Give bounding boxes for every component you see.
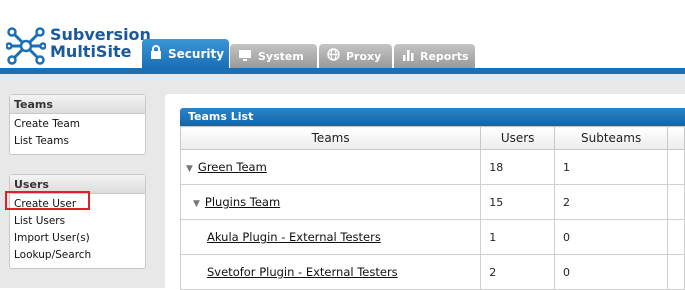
- panel-title: Teams List: [180, 108, 685, 126]
- team-link[interactable]: Akula Plugin - External Testers: [207, 230, 381, 244]
- teams-table: Teams Users Subteams ▼ Green Team 18 1 ▼ P…: [179, 126, 685, 290]
- team-link[interactable]: Green Team: [198, 160, 267, 174]
- team-name-cell: ▼ Green Team: [179, 149, 482, 185]
- team-name-cell: Akula Plugin - External Testers: [179, 219, 482, 255]
- sidebar-item-import-users[interactable]: Import User(s): [10, 230, 145, 247]
- users-count: 18: [480, 149, 555, 185]
- subteams-count: 2: [553, 184, 669, 220]
- column-header-extra: [667, 126, 685, 150]
- highlight-box: [5, 191, 90, 210]
- tab-reports[interactable]: Reports: [394, 44, 475, 68]
- sidebar-teams-title: Teams: [10, 95, 145, 114]
- tab-label: Proxy: [346, 49, 382, 63]
- tab-label: Security: [168, 46, 225, 61]
- column-header-subteams[interactable]: Subteams: [553, 126, 669, 150]
- subteams-count: 0: [553, 254, 669, 290]
- users-count: 1: [480, 219, 555, 255]
- tab-label: System: [258, 49, 304, 63]
- app-logo-text: Subversion MultiSite: [50, 26, 151, 60]
- team-name-cell: ▼ Plugins Team: [179, 184, 482, 220]
- subteams-count: 0: [553, 219, 669, 255]
- tab-security[interactable]: Security: [142, 39, 229, 68]
- logo-line1: Subversion: [50, 25, 151, 44]
- extra-cell: [667, 184, 685, 220]
- logo-icon: [6, 27, 46, 65]
- logo-line2: MultiSite: [50, 42, 132, 61]
- expand-triangle-icon[interactable]: ▼: [186, 164, 193, 174]
- tab-proxy[interactable]: Proxy: [319, 44, 392, 68]
- team-link[interactable]: Svetofor Plugin - External Testers: [207, 265, 398, 279]
- sidebar-item-create-team[interactable]: Create Team: [10, 116, 145, 133]
- extra-cell: [667, 254, 685, 290]
- tab-label: Reports: [420, 49, 469, 63]
- users-count: 2: [480, 254, 555, 290]
- bar-chart-icon: [402, 49, 414, 64]
- lock-icon: [150, 45, 162, 62]
- app-header: Subversion MultiSite Security System Pro…: [0, 0, 685, 70]
- table-row: Svetofor Plugin - External Testers 2 0: [179, 254, 685, 290]
- sidebar-item-lookup-search[interactable]: Lookup/Search: [10, 247, 145, 264]
- extra-cell: [667, 219, 685, 255]
- tab-system[interactable]: System: [230, 44, 317, 68]
- subteams-count: 1: [553, 149, 669, 185]
- monitor-icon: [238, 49, 252, 64]
- sidebar-teams-box: Teams Create Team List Teams: [9, 94, 146, 155]
- sidebar-users-box: Users Create User List Users Import User…: [9, 174, 146, 269]
- globe-icon: [327, 48, 340, 64]
- expand-triangle-icon[interactable]: ▼: [193, 199, 200, 209]
- column-header-users[interactable]: Users: [480, 126, 555, 150]
- extra-cell: [667, 149, 685, 185]
- table-row: Akula Plugin - External Testers 1 0: [179, 219, 685, 255]
- table-row: ▼ Plugins Team 15 2: [179, 184, 685, 220]
- team-link[interactable]: Plugins Team: [205, 195, 280, 209]
- users-count: 15: [480, 184, 555, 220]
- sidebar-item-list-teams[interactable]: List Teams: [10, 133, 145, 150]
- team-name-cell: Svetofor Plugin - External Testers: [179, 254, 482, 290]
- sidebar-item-list-users[interactable]: List Users: [10, 213, 145, 230]
- table-row: ▼ Green Team 18 1: [179, 149, 685, 185]
- column-header-teams[interactable]: Teams: [179, 126, 482, 150]
